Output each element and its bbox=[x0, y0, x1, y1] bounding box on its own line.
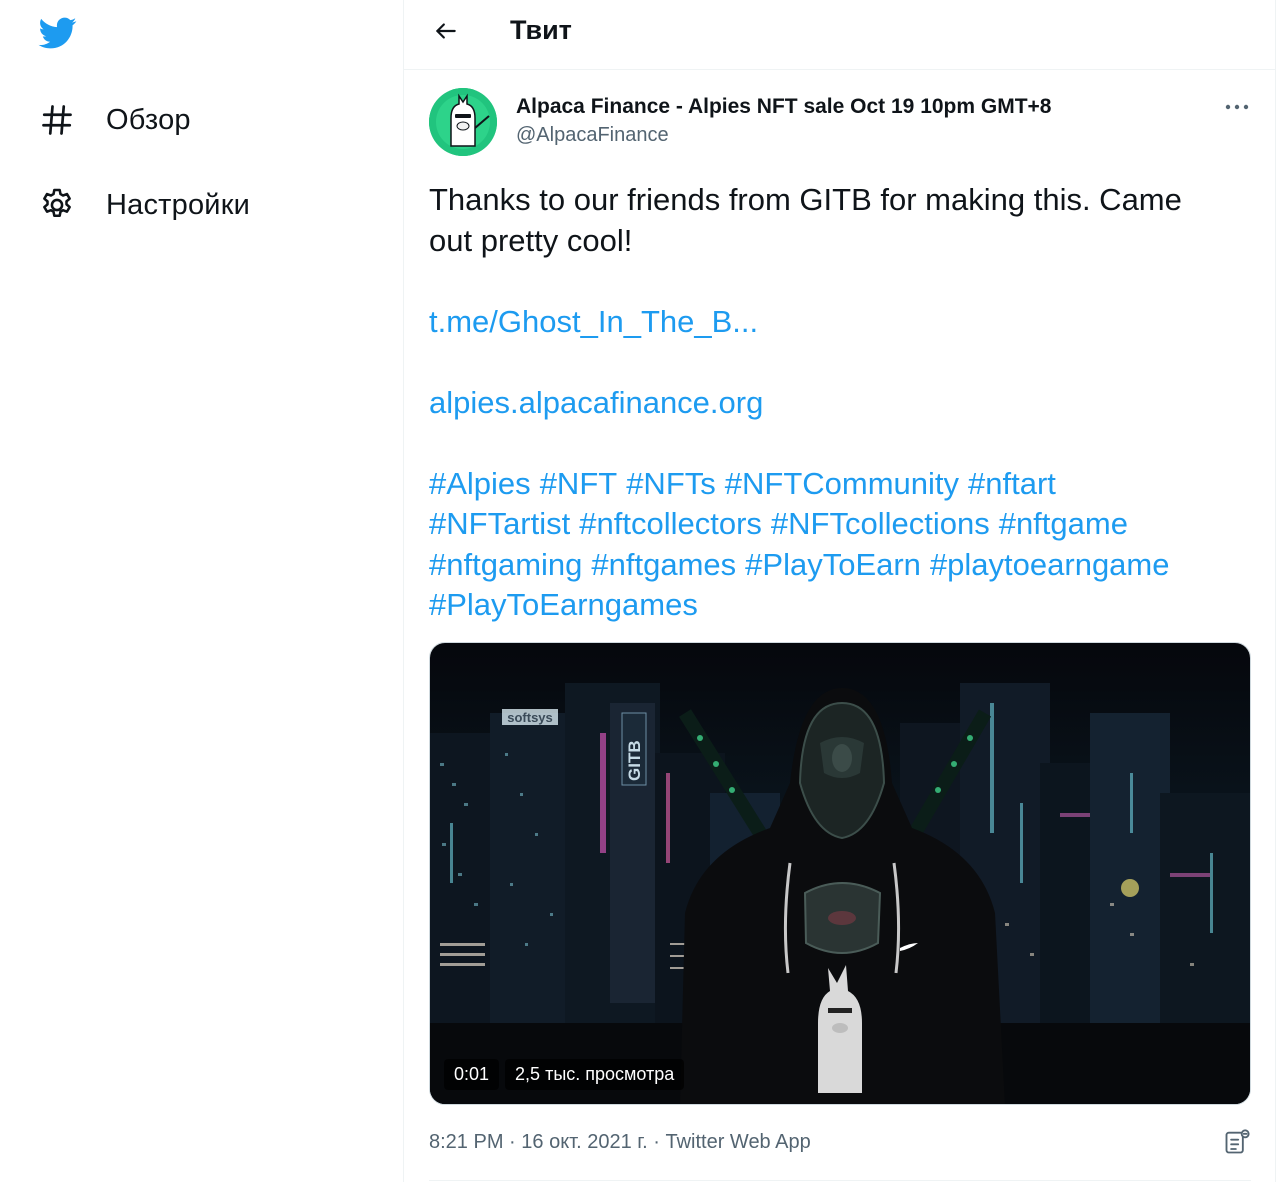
gear-icon bbox=[36, 184, 78, 226]
hashtag-link[interactable]: #nftart bbox=[968, 466, 1056, 501]
arrow-left-icon bbox=[433, 18, 459, 49]
hashtag-link[interactable]: #nftgaming bbox=[429, 547, 582, 582]
author-handle[interactable]: @AlpacaFinance bbox=[516, 124, 669, 147]
analytics-icon bbox=[1223, 1128, 1251, 1161]
tweet-text: Thanks to our friends from GITB for maki… bbox=[429, 180, 1259, 626]
video-overlay: 0:01 2,5 тыс. просмотра bbox=[444, 1059, 685, 1090]
tweet-video[interactable]: softsys GITB 0:01 2,5 тыс. просмотра bbox=[429, 642, 1251, 1105]
hashtag-link[interactable]: #NFTCommunity bbox=[725, 466, 959, 501]
hashtag-link[interactable]: #playtoearngame bbox=[930, 547, 1170, 582]
twitter-bird-icon[interactable] bbox=[37, 14, 79, 52]
video-views: 2,5 тыс. просмотра bbox=[505, 1059, 685, 1090]
page-header: Твит bbox=[404, 0, 1275, 70]
hashtag-link[interactable]: #nftcollectors bbox=[579, 506, 762, 541]
gitb-sign-text: GITB bbox=[625, 740, 644, 781]
sidebar-item-settings[interactable]: Настройки bbox=[36, 180, 250, 230]
hashtag-icon bbox=[36, 99, 78, 141]
author-name[interactable]: Alpaca Finance - Alpies NFT sale Oct 19 … bbox=[516, 95, 1051, 119]
sidebar: Обзор Настройки bbox=[0, 0, 403, 1182]
more-dots-icon bbox=[1225, 98, 1249, 116]
tweet-meta: 8:21 PM · 16 окт. 2021 г. · Twitter Web … bbox=[429, 1131, 811, 1153]
website-link[interactable]: alpies.alpacafinance.org bbox=[429, 385, 763, 420]
hashtag-link[interactable]: #NFTartist bbox=[429, 506, 570, 541]
video-duration: 0:01 bbox=[444, 1059, 500, 1090]
sidebar-item-label: Обзор bbox=[106, 103, 191, 136]
tweet-time[interactable]: 8:21 PM bbox=[429, 1131, 503, 1153]
back-button[interactable] bbox=[426, 13, 466, 53]
hashtag-link[interactable]: #NFT bbox=[540, 466, 618, 501]
telegram-link[interactable]: t.me/Ghost_In_The_B... bbox=[429, 304, 758, 339]
sidebar-item-explore[interactable]: Обзор bbox=[36, 95, 191, 145]
sidebar-item-label: Настройки bbox=[106, 188, 250, 221]
tweet-text-line: out pretty cool! bbox=[429, 222, 633, 258]
hashtag-link[interactable]: #PlayToEarngames bbox=[429, 587, 698, 622]
hashtag-link[interactable]: #nftgames bbox=[591, 547, 736, 582]
hashtag-link[interactable]: #nftgame bbox=[999, 506, 1128, 541]
page-title: Твит bbox=[510, 15, 572, 45]
hashtags: #Alpies #NFT #NFTs #NFTCommunity #nftart #NF… bbox=[429, 464, 1259, 626]
divider bbox=[429, 1180, 1251, 1181]
more-button[interactable] bbox=[1222, 92, 1252, 122]
hashtag-link[interactable]: #NFTcollections bbox=[771, 506, 990, 541]
main-column: Твит Alpaca Finance - Alpies NFT sale Oc… bbox=[403, 0, 1276, 1182]
tweet-date[interactable]: 16 окт. 2021 г. bbox=[521, 1131, 647, 1153]
avatar[interactable] bbox=[429, 88, 497, 156]
hashtag-link[interactable]: #Alpies bbox=[429, 466, 531, 501]
store-sign-text: softsys bbox=[507, 710, 553, 725]
hashtag-link[interactable]: #NFTs bbox=[626, 466, 716, 501]
hashtag-link[interactable]: #PlayToEarn bbox=[745, 547, 921, 582]
analytics-button[interactable] bbox=[1222, 1128, 1252, 1161]
tweet-text-line: Thanks to our friends from GITB for maki… bbox=[429, 182, 1182, 217]
tweet-source[interactable]: Twitter Web App bbox=[665, 1131, 810, 1153]
